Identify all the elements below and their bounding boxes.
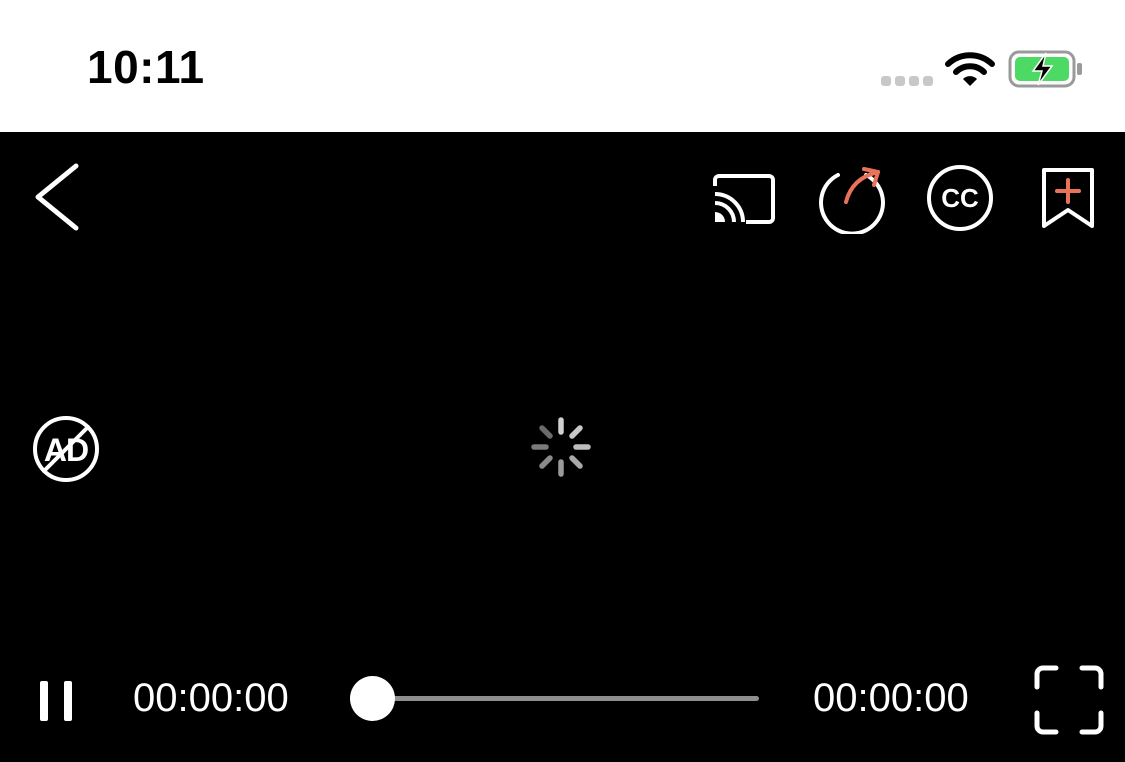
bookmark-add-icon[interactable]	[1040, 166, 1096, 230]
captions-label: CC	[941, 183, 979, 213]
wifi-icon	[945, 52, 995, 86]
captions-button[interactable]: CC	[926, 164, 994, 232]
spinner-icon	[531, 417, 591, 477]
pause-icon[interactable]	[38, 680, 78, 722]
status-bar: 10:11	[0, 0, 1125, 132]
no-ad-slash	[42, 425, 90, 473]
signal-dots-icon	[881, 76, 933, 86]
total-time: 00:00:00	[813, 676, 969, 720]
cast-icon[interactable]	[712, 172, 776, 226]
share-arrow-icon[interactable]	[816, 164, 888, 234]
fullscreen-icon[interactable]	[1034, 665, 1104, 735]
battery-charging-icon	[1008, 50, 1082, 88]
no-ad-button[interactable]: AD	[32, 415, 100, 483]
seek-thumb[interactable]	[349, 676, 395, 721]
seek-bar[interactable]	[372, 696, 759, 701]
status-time: 10:11	[87, 41, 205, 93]
current-time: 00:00:00	[133, 676, 289, 720]
chevron-left-icon[interactable]	[30, 162, 80, 232]
